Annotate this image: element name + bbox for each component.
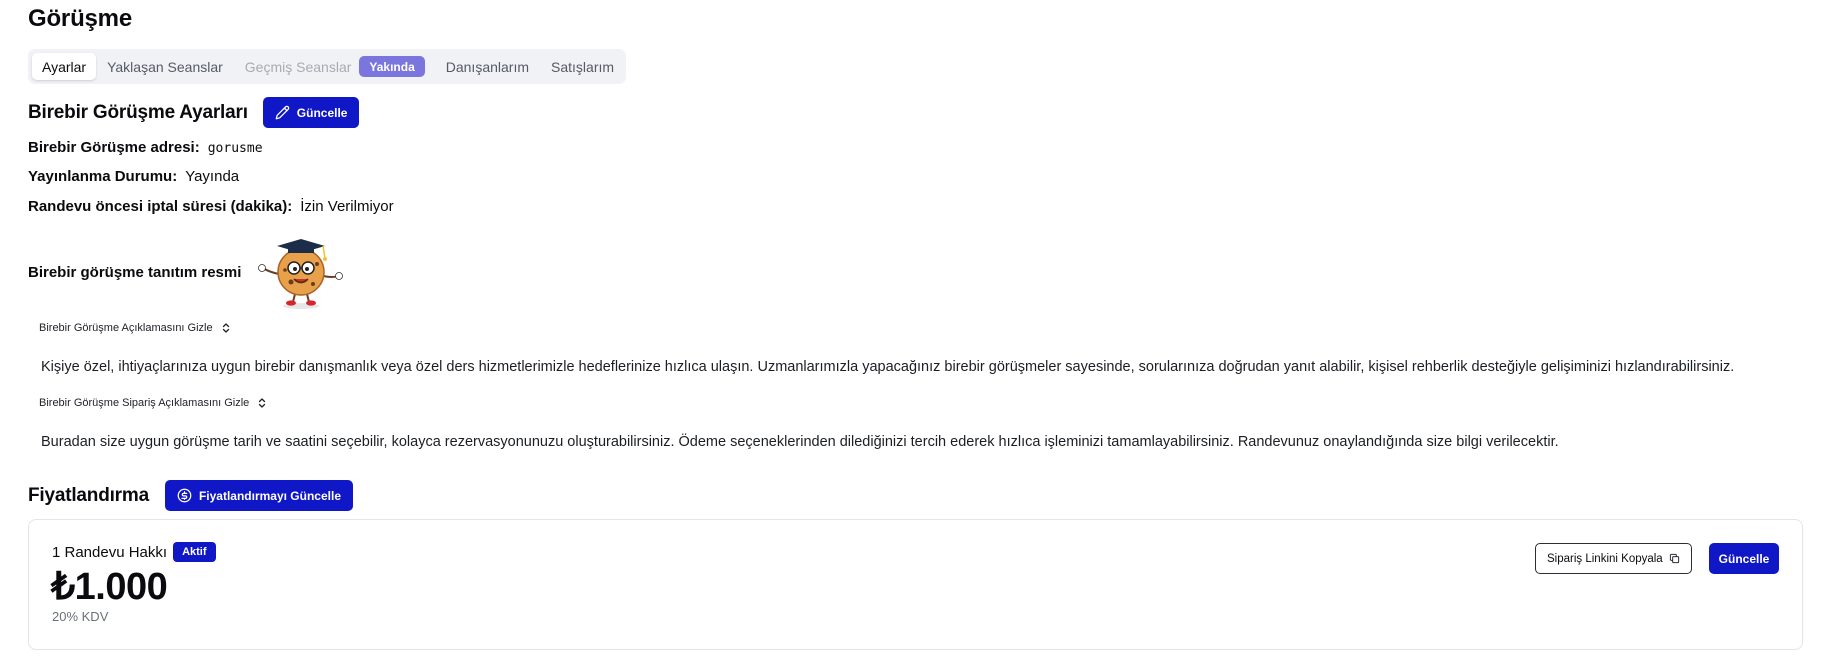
plan-price: ₺1.000	[51, 566, 168, 608]
tab-ayarlar[interactable]: Ayarlar	[32, 53, 97, 80]
pricing-update-button[interactable]: Fiyatlandırmayı Güncelle	[164, 480, 353, 511]
order-description-text: Buradan size uygun görüşme tarih ve saat…	[41, 434, 1559, 450]
plan-update-button[interactable]: Güncelle	[1709, 543, 1779, 574]
pricing-update-label: Fiyatlandırmayı Güncelle	[198, 488, 341, 503]
cancel-time-label: Randevu öncesi iptal süresi (dakika):	[28, 198, 293, 215]
dollar-circle-icon	[177, 488, 192, 503]
promo-image-row: Birebir görüşme tanıtım resmi	[28, 234, 347, 310]
chevron-up-down-icon	[222, 323, 229, 333]
copy-icon	[1669, 553, 1679, 564]
pricing-header: Fiyatlandırma Fiyatlandırmayı Güncelle	[28, 480, 353, 511]
chevron-up-down-icon	[259, 398, 266, 408]
tab-bar: Ayarlar Yaklaşan Seanslar Geçmiş Seansla…	[28, 49, 626, 84]
settings-header: Birebir Görüşme Ayarları Güncelle	[28, 97, 360, 128]
description-toggle-label: Birebir Görüşme Açıklamasını Gizle	[39, 322, 213, 334]
page-title: Görüşme	[28, 5, 132, 32]
plan-name: 1 Randevu Hakkı	[52, 543, 168, 561]
soon-badge: Yakında	[359, 56, 425, 77]
settings-update-label: Güncelle	[296, 105, 348, 120]
publish-status-value: Yayında	[185, 168, 240, 185]
copy-order-link-label: Sipariş Linkini Kopyala	[1547, 552, 1663, 565]
settings-title: Birebir Görüşme Ayarları	[28, 101, 248, 123]
pencil-icon	[275, 105, 289, 120]
tab-past-sessions: Geçmiş Seanslar	[244, 58, 352, 75]
cancel-time-row: Randevu öncesi iptal süresi (dakika): İz…	[28, 198, 394, 215]
address-value: gorusme	[207, 141, 263, 156]
description-toggle[interactable]: Birebir Görüşme Açıklamasını Gizle	[39, 322, 231, 334]
promo-image-label: Birebir görüşme tanıtım resmi	[28, 263, 242, 281]
address-label: Birebir Görüşme adresi:	[28, 139, 200, 156]
settings-update-button[interactable]: Güncelle	[262, 97, 360, 128]
order-description-toggle-label: Birebir Görüşme Sipariş Açıklamasını Giz…	[39, 397, 250, 409]
pricing-title: Fiyatlandırma	[28, 484, 149, 506]
address-row: Birebir Görüşme adresi: gorusme	[28, 139, 263, 156]
order-description-toggle[interactable]: Birebir Görüşme Sipariş Açıklamasını Giz…	[39, 397, 267, 409]
mascot-image	[258, 239, 344, 309]
description-text: Kişiye özel, ihtiyaçlarınıza uygun bireb…	[41, 359, 1735, 375]
tab-clients[interactable]: Danışanlarım	[435, 53, 540, 80]
publish-status-row: Yayınlanma Durumu: Yayında	[28, 168, 239, 185]
plan-header: 1 Randevu Hakkı Aktif	[52, 542, 216, 562]
pricing-card: 1 Randevu Hakkı Aktif ₺1.000 20% KDV Sip…	[28, 519, 1803, 650]
publish-status-label: Yayınlanma Durumu:	[28, 168, 178, 185]
cancel-time-value: İzin Verilmiyor	[300, 198, 394, 215]
tab-upcoming-sessions[interactable]: Yaklaşan Seanslar	[96, 53, 234, 80]
status-badge: Aktif	[173, 542, 216, 562]
plan-tax: 20% KDV	[52, 609, 109, 624]
copy-order-link-button[interactable]: Sipariş Linkini Kopyala	[1535, 543, 1692, 574]
tab-sales[interactable]: Satışlarım	[540, 53, 625, 80]
